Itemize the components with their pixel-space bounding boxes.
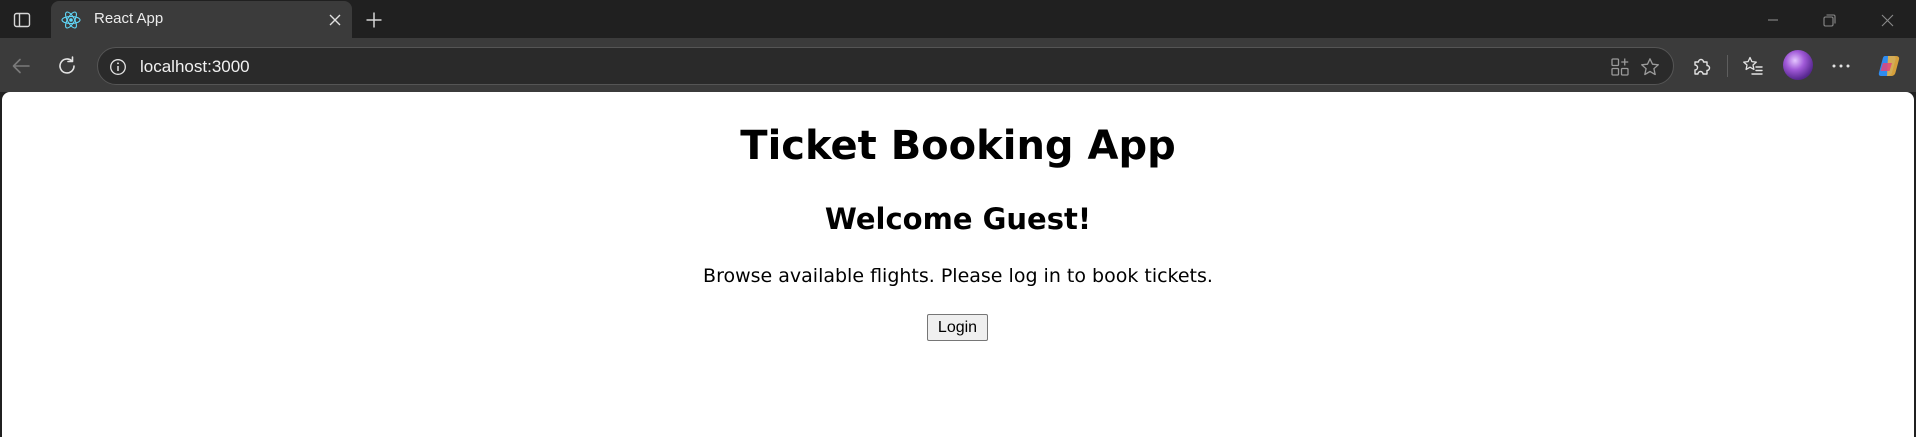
browse-message: Browse available flights. Please log in …: [703, 265, 1213, 287]
favorites-button[interactable]: [1736, 49, 1770, 83]
arrow-left-icon: [12, 58, 30, 74]
new-tab-button[interactable]: [360, 7, 388, 33]
tab-actions-button[interactable]: [8, 7, 36, 33]
reload-button[interactable]: [50, 49, 84, 83]
info-icon: [110, 59, 126, 75]
tab-actions-icon: [13, 12, 31, 28]
address-bar[interactable]: localhost:3000: [97, 47, 1674, 85]
profile-avatar[interactable]: [1783, 50, 1813, 80]
more-button[interactable]: [1824, 49, 1858, 83]
browser-tab-active[interactable]: React App: [51, 1, 352, 38]
copilot-button[interactable]: [1872, 49, 1906, 83]
url-text: localhost:3000: [140, 57, 250, 76]
extensions-button[interactable]: [1684, 49, 1718, 83]
browser-toolbar: localhost:3000: [0, 38, 1916, 92]
login-button[interactable]: Login: [927, 314, 988, 341]
puzzle-icon: [1694, 58, 1711, 75]
toolbar-divider: [1727, 55, 1728, 77]
close-tab-button[interactable]: [325, 10, 345, 30]
welcome-heading: Welcome Guest!: [824, 202, 1092, 236]
add-favorite-button[interactable]: [1638, 55, 1662, 79]
restore-button[interactable]: [1806, 6, 1852, 34]
minimize-button[interactable]: [1750, 6, 1796, 34]
app-available-icon: [1611, 58, 1629, 76]
site-info-button[interactable]: [108, 57, 128, 77]
tab-title: React App: [94, 10, 164, 27]
react-logo-icon: [61, 11, 81, 29]
plus-icon: [366, 12, 382, 28]
page-title: Ticket Booking App: [740, 123, 1176, 169]
close-icon: [1881, 14, 1893, 26]
close-icon: [329, 14, 341, 26]
title-bar: React App: [0, 0, 1916, 38]
app-available-button[interactable]: [1608, 55, 1632, 79]
reload-icon: [59, 56, 75, 74]
star-icon: [1641, 58, 1659, 76]
close-window-button[interactable]: [1864, 6, 1910, 34]
restore-icon: [1822, 13, 1836, 27]
favorites-list-icon: [1743, 56, 1763, 75]
minimize-icon: [1768, 19, 1778, 21]
back-button[interactable]: [4, 49, 38, 83]
copilot-icon: [1878, 56, 1900, 76]
more-icon: [1832, 64, 1850, 68]
page-viewport: Ticket Booking App Welcome Guest! Browse…: [2, 92, 1914, 437]
